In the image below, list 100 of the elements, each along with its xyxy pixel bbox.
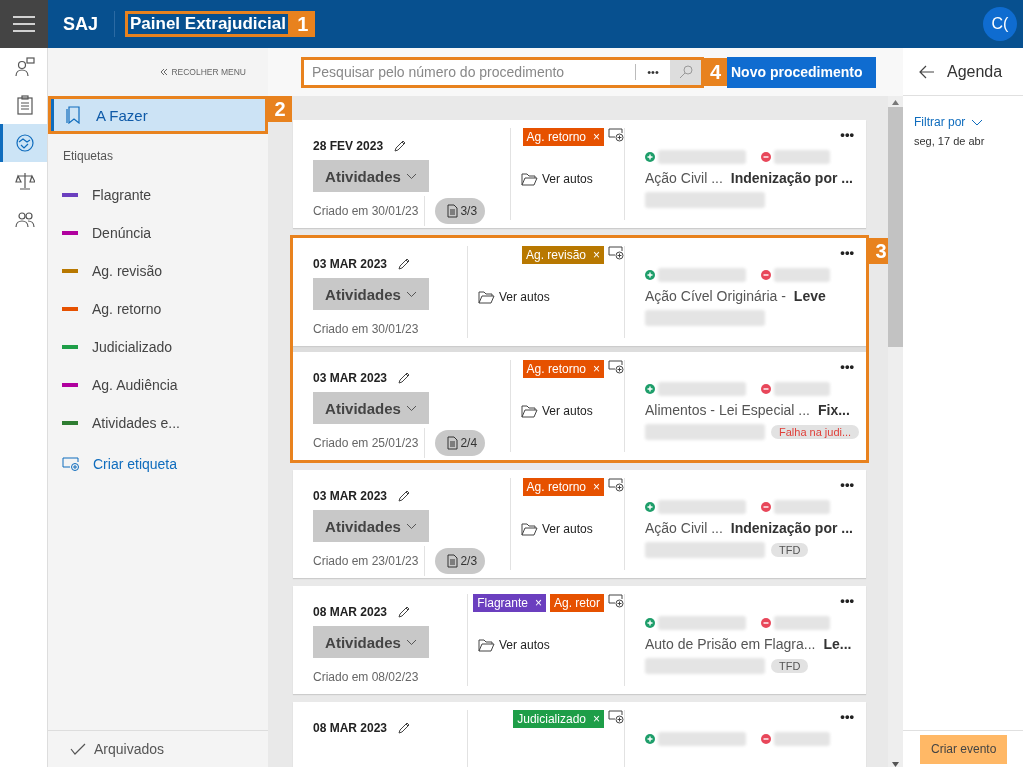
due-date: 03 MAR 2023 (313, 257, 388, 271)
procedure-matter: Indenização por ... (730, 520, 853, 536)
status-chip: Falha na judi... (771, 425, 860, 439)
bookmark-icon (66, 106, 80, 124)
procedure-class: Ação Civil ... (645, 520, 723, 536)
view-records-link[interactable]: Ver autos (511, 172, 624, 186)
tag[interactable]: Ag. retor (549, 594, 604, 612)
blurred-text (774, 616, 830, 630)
minus-circle-icon (761, 618, 771, 628)
more-options-button[interactable]: ••• (840, 478, 854, 492)
filter-dropdown[interactable]: Filtrar por (903, 96, 1023, 129)
create-label-link[interactable]: Criar etiqueta (48, 444, 268, 484)
documents-pill[interactable]: 3/3 (435, 198, 486, 224)
scrollbar[interactable] (888, 96, 903, 767)
activities-dropdown[interactable]: Atividades (313, 392, 429, 424)
more-options-button[interactable]: ••• (840, 128, 854, 142)
tag[interactable]: Flagrante × (473, 594, 546, 612)
documents-pill[interactable]: 2/4 (435, 430, 486, 456)
add-tag-icon[interactable] (608, 246, 624, 260)
scroll-down-icon[interactable] (892, 762, 899, 767)
activities-dropdown[interactable]: Atividades (313, 626, 429, 658)
folder-icon (521, 522, 538, 536)
label-item[interactable]: Ag. revisão (48, 252, 268, 290)
tag[interactable]: Ag. retorno × (522, 128, 604, 146)
add-tag-icon[interactable] (608, 360, 624, 374)
minus-circle-icon (761, 502, 771, 512)
collapse-menu-button[interactable]: RECOLHER MENU (160, 67, 246, 77)
scroll-thumb[interactable] (888, 107, 903, 347)
plus-circle-icon (645, 734, 655, 744)
pencil-icon[interactable] (393, 139, 407, 153)
folder-icon (521, 404, 538, 418)
chevron-down-icon (405, 404, 417, 412)
blurred-text (774, 150, 830, 164)
user-avatar[interactable]: C( (983, 7, 1017, 41)
section-heading: Etiquetas (62, 148, 115, 165)
label-item[interactable]: Ag. retorno (48, 290, 268, 328)
chevron-down-icon (405, 172, 417, 180)
tag[interactable]: Ag. retorno × (522, 360, 604, 378)
created-date: Criado em 30/01/23 (313, 204, 419, 218)
more-options-button[interactable]: ••• (840, 246, 854, 260)
plus-circle-icon (645, 384, 655, 394)
plus-circle-icon (645, 618, 655, 628)
more-options-button[interactable]: ••• (840, 360, 854, 374)
folder-icon (478, 290, 495, 304)
more-options-button[interactable]: ••• (840, 594, 854, 608)
callout-badge: 3 (869, 238, 888, 264)
due-date: 08 MAR 2023 (313, 605, 388, 619)
callout-badge: 4 (704, 58, 727, 86)
status-chip: TFD (771, 543, 809, 557)
rail-item[interactable] (0, 124, 47, 162)
add-label-icon (62, 457, 80, 471)
tag[interactable]: Ag. revisão × (521, 246, 604, 264)
panel-title: Agenda (947, 62, 1003, 81)
more-options-button[interactable]: ••• (636, 66, 670, 78)
document-icon (447, 204, 459, 218)
label-item[interactable]: Denúncia (48, 214, 268, 252)
back-arrow-icon[interactable] (919, 64, 935, 79)
pencil-icon[interactable] (397, 605, 411, 619)
folder-icon (521, 172, 538, 186)
view-records-link[interactable]: Ver autos (511, 522, 624, 536)
scales-icon (15, 171, 35, 191)
document-icon (447, 436, 459, 450)
pencil-icon[interactable] (397, 721, 411, 735)
tag[interactable]: Ag. retorno × (522, 478, 604, 496)
procedure-matter: Indenização por ... (730, 170, 853, 186)
view-records-link[interactable]: Ver autos (468, 638, 624, 652)
more-options-button[interactable]: ••• (840, 710, 854, 724)
new-procedure-button[interactable]: Novo procedimento (727, 56, 877, 88)
create-event-button[interactable]: Criar evento (920, 734, 1008, 764)
view-records-link[interactable]: Ver autos (511, 404, 624, 418)
blurred-text (774, 500, 830, 514)
label-item[interactable]: Ag. Audiência (48, 366, 268, 404)
procedure-class: Alimentos - Lei Especial ... (645, 402, 810, 418)
folder-icon (478, 638, 495, 652)
procedure-class: Ação Civil ... (645, 170, 723, 186)
pencil-icon[interactable] (397, 489, 411, 503)
search-icon (678, 65, 693, 79)
scroll-up-icon[interactable] (892, 100, 899, 105)
add-tag-icon[interactable] (608, 128, 624, 142)
due-date: 08 MAR 2023 (313, 721, 388, 735)
label-item[interactable]: Flagrante (48, 176, 268, 214)
minus-circle-icon (761, 152, 771, 162)
pencil-icon[interactable] (397, 371, 411, 385)
add-tag-icon[interactable] (608, 594, 624, 608)
search-field[interactable]: Pesquisar pelo número do procedimento ••• (301, 56, 704, 88)
procedure-class: Ação Cível Originária - (645, 288, 786, 304)
activities-dropdown[interactable]: Atividades (313, 160, 429, 192)
add-tag-icon[interactable] (608, 478, 624, 492)
menu-button[interactable] (0, 0, 48, 48)
nav-item[interactable]: A Fazer (51, 99, 265, 131)
pencil-icon[interactable] (397, 257, 411, 271)
label-item[interactable]: Atividades e... (48, 404, 268, 442)
label-item[interactable]: Judicializado (48, 328, 268, 366)
documents-pill[interactable]: 2/3 (435, 548, 486, 574)
view-records-link[interactable]: Ver autos (468, 290, 624, 304)
add-tag-icon[interactable] (608, 710, 624, 724)
activities-dropdown[interactable]: Atividades (313, 278, 429, 310)
activities-dropdown[interactable]: Atividades (313, 510, 429, 542)
due-date: 28 FEV 2023 (313, 139, 384, 153)
chevron-down-icon (405, 290, 417, 298)
